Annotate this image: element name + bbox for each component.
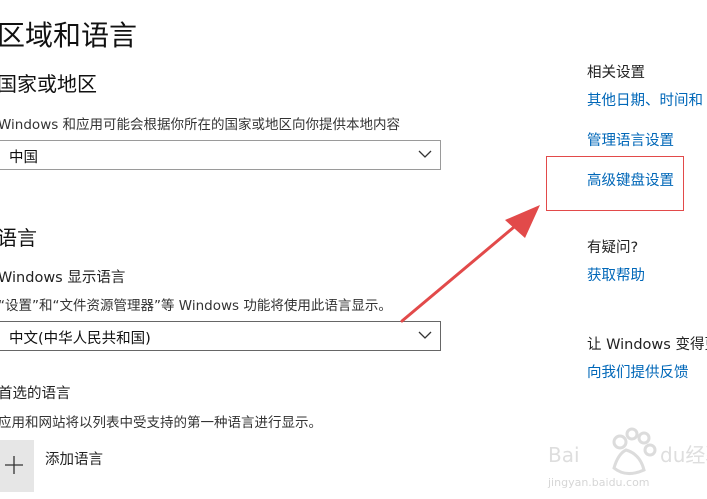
svg-text:Bai: Bai — [548, 443, 580, 467]
watermark-url: jingyan.baidu.com — [547, 476, 650, 489]
watermark-brand-text: du经验 — [660, 443, 707, 467]
baidu-watermark-logo: Bai du经验 jingyan.baidu.com — [547, 427, 707, 489]
